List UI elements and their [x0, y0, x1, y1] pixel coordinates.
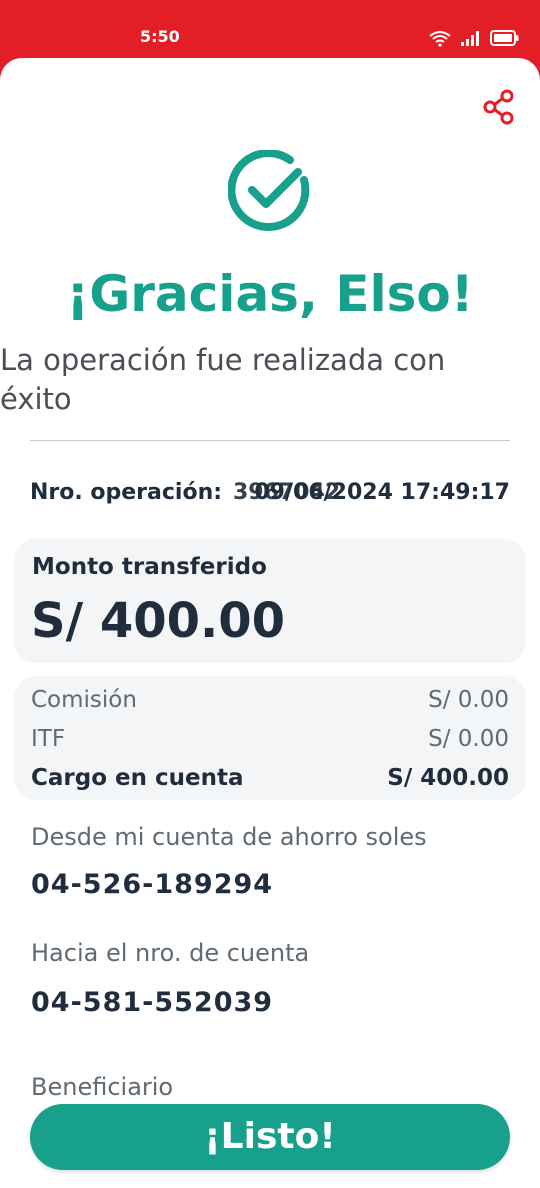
wifi-icon [429, 31, 451, 47]
share-icon [483, 89, 514, 125]
fee-value: S/ 400.00 [387, 765, 509, 791]
share-button[interactable] [482, 88, 516, 126]
fee-row-itf: ITF S/ 0.00 [31, 722, 509, 756]
to-account-number: 04-581-552039 [31, 987, 274, 1018]
status-time: 5:50 [140, 27, 180, 46]
fees-card: Comisión S/ 0.00 ITF S/ 0.00 Cargo en cu… [14, 676, 526, 800]
fee-row-commission: Comisión S/ 0.00 [31, 683, 509, 717]
from-account-label: Desde mi cuenta de ahorro soles [31, 823, 427, 851]
fee-label: Comisión [31, 687, 137, 713]
operation-datetime: 09/06/2024 17:49:17 [254, 480, 510, 505]
operation-label: Nro. operación: [30, 480, 223, 505]
status-bar: 5:50 [0, 0, 540, 58]
battery-icon [490, 30, 519, 46]
fee-label: ITF [31, 726, 66, 752]
done-button[interactable]: ¡Listo! [30, 1104, 510, 1170]
receipt-sheet: ¡Gracias, Elso! La operación fue realiza… [0, 58, 540, 1188]
fee-row-account-charge: Cargo en cuenta S/ 400.00 [31, 761, 509, 795]
fee-value: S/ 0.00 [428, 687, 509, 713]
page-title: ¡Gracias, Elso! [66, 265, 474, 323]
signal-icon [461, 31, 479, 46]
amount-label: Monto transferido [32, 554, 267, 580]
check-circle-icon [228, 150, 310, 231]
fee-value: S/ 0.00 [428, 726, 509, 752]
from-account-number: 04-526-189294 [31, 869, 274, 900]
operation-row: Nro. operación: 3967042 09/06/2024 17:49… [30, 476, 510, 510]
to-account-label: Hacia el nro. de cuenta [31, 939, 310, 967]
fee-label: Cargo en cuenta [31, 765, 244, 791]
status-icons [428, 28, 520, 48]
amount-value: S/ 400.00 [31, 593, 286, 649]
page-subtitle: La operación fue realizada con éxito [0, 343, 446, 416]
amount-card: Monto transferido S/ 400.00 [14, 539, 526, 663]
beneficiary-label: Beneficiario [31, 1073, 174, 1101]
divider [30, 440, 510, 441]
